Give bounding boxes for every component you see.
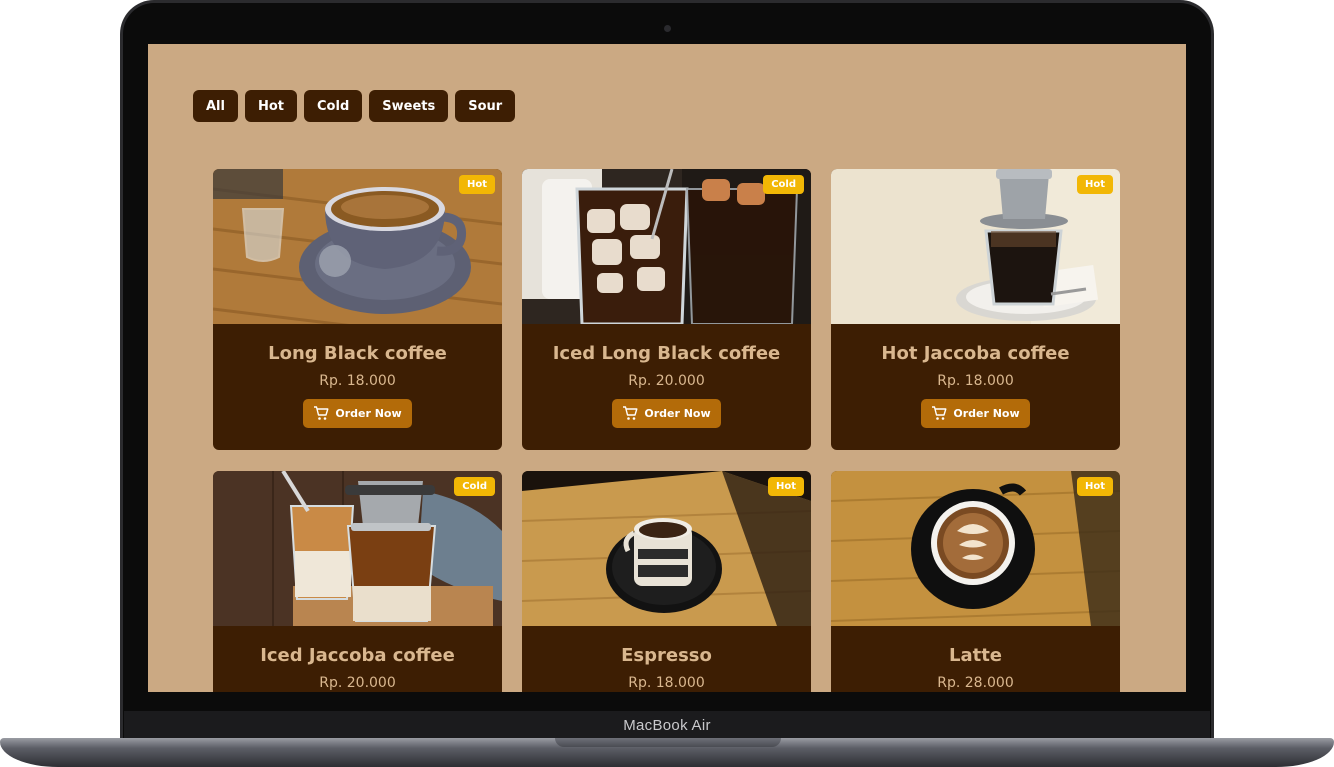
order-now-button[interactable]: Order Now: [303, 399, 412, 428]
order-now-button[interactable]: Order Now: [612, 399, 721, 428]
laptop-notch: [555, 738, 781, 747]
camera-icon: [664, 25, 671, 32]
product-tag: Cold: [454, 477, 495, 496]
product-price: Rp. 18.000: [319, 373, 396, 389]
filter-bar: All Hot Cold Sweets Sour: [193, 90, 516, 122]
order-now-label: Order Now: [953, 407, 1020, 420]
latte-photo: Hot: [831, 471, 1120, 626]
hot-jaccoba-coffee-photo: Hot: [831, 169, 1120, 324]
filter-cold-button[interactable]: Cold: [304, 90, 363, 122]
product-card: Cold Iced Jaccoba coffee Rp. 20.000 Orde…: [213, 471, 502, 692]
product-tag: Hot: [1076, 175, 1113, 194]
product-card: Hot Latte Rp. 28.000 Order Now: [831, 471, 1120, 692]
product-price: Rp. 20.000: [319, 675, 396, 691]
order-now-button[interactable]: Order Now: [921, 399, 1030, 428]
filter-sour-button[interactable]: Sour: [455, 90, 516, 122]
product-name: Hot Jaccoba coffee: [881, 343, 1070, 364]
laptop-chin: MacBook Air: [124, 711, 1210, 739]
product-tag: Cold: [763, 175, 804, 194]
product-tag: Hot: [1076, 477, 1113, 496]
cart-icon: [623, 406, 638, 420]
cart-icon: [932, 406, 947, 420]
cart-icon: [314, 406, 329, 420]
product-price: Rp. 20.000: [628, 373, 705, 389]
iced-jaccoba-coffee-photo: Cold: [213, 471, 502, 626]
product-card: Hot Long Black coffee Rp. 18.000 Order N…: [213, 169, 502, 450]
product-card: Hot Hot Jaccoba coffee Rp. 18.000 Order …: [831, 169, 1120, 450]
laptop-screen: All Hot Cold Sweets Sour Hot Long Black …: [148, 44, 1186, 692]
product-card: Hot Espresso Rp. 18.000 Order Now: [522, 471, 811, 692]
espresso-photo: Hot: [522, 471, 811, 626]
product-tag: Hot: [767, 477, 804, 496]
product-name: Espresso: [621, 645, 712, 666]
order-now-label: Order Now: [644, 407, 711, 420]
product-price: Rp. 18.000: [628, 675, 705, 691]
product-grid: Hot Long Black coffee Rp. 18.000 Order N…: [213, 169, 1120, 692]
product-name: Iced Long Black coffee: [552, 343, 781, 364]
order-now-label: Order Now: [335, 407, 402, 420]
product-name: Long Black coffee: [268, 343, 447, 364]
device-label: MacBook Air: [623, 716, 711, 734]
filter-all-button[interactable]: All: [193, 90, 238, 122]
product-price: Rp. 28.000: [937, 675, 1014, 691]
filter-hot-button[interactable]: Hot: [244, 90, 298, 122]
product-tag: Hot: [458, 175, 495, 194]
product-name: Iced Jaccoba coffee: [260, 645, 455, 666]
long-black-coffee-photo: Hot: [213, 169, 502, 324]
filter-sweets-button[interactable]: Sweets: [369, 90, 449, 122]
iced-long-black-coffee-photo: Cold: [522, 169, 811, 324]
product-price: Rp. 18.000: [937, 373, 1014, 389]
product-card: Cold Iced Long Black coffee Rp. 20.000 O…: [522, 169, 811, 450]
product-name: Latte: [948, 645, 1003, 666]
